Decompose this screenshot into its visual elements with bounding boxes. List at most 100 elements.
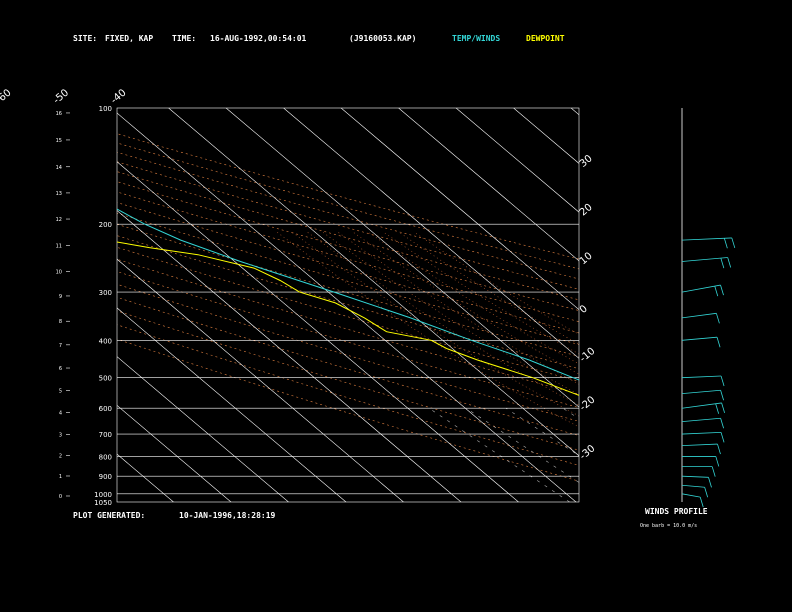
adiabats-layer [117, 133, 792, 502]
height-tick-label: 5 [59, 389, 62, 395]
skewt-chart: 1002003004005006007008009001000105001234… [0, 87, 792, 508]
isotherm-top-label: -50 [51, 87, 71, 106]
moist-adiabat [398, 232, 579, 345]
height-tick-label: 4 [59, 411, 62, 417]
height-tick-label: 15 [56, 138, 62, 144]
isotherm-right-label: 0 [578, 303, 590, 316]
isotherm [168, 108, 579, 457]
height-tick-label: 13 [56, 191, 62, 197]
pressure-tick-label: 600 [99, 405, 112, 413]
plot-generated-label: PLOT GENERATED: [73, 511, 146, 520]
wind-barb-flag [699, 497, 704, 508]
isotherm-right-label: -20 [578, 394, 598, 413]
wind-barb-shaft [681, 443, 718, 447]
dewpoint-line [117, 241, 579, 396]
dry-adiabat [117, 202, 579, 334]
isotherm [629, 108, 792, 502]
dry-adiabat [117, 258, 579, 395]
wind-barb-shaft [681, 475, 709, 478]
isotherm [117, 210, 462, 502]
pressure-tick-label: 200 [99, 221, 112, 229]
wind-barb-flag [723, 238, 728, 249]
wind-barb-flag [711, 466, 716, 477]
wind-barb-flag [720, 257, 725, 269]
mixing-ratio-line [609, 408, 760, 502]
isotherm-top-label: -60 [0, 87, 14, 106]
isobars-layer [117, 223, 579, 495]
isotherm [117, 404, 232, 502]
isotherm [0, 108, 59, 502]
wind-barb-shaft [681, 312, 717, 319]
moist-adiabat [292, 232, 579, 417]
dry-adiabat [117, 223, 579, 357]
isotherm [117, 356, 289, 502]
height-tick-label: 2 [59, 453, 62, 459]
pressure-tick-label: 900 [99, 473, 112, 481]
wind-barb-flag [715, 403, 720, 414]
dry-adiabat [117, 283, 579, 422]
pressure-tick-label: 500 [99, 375, 112, 383]
isotherm [225, 108, 579, 408]
isotherm-right-label: -10 [578, 346, 598, 365]
series-layer [117, 208, 579, 396]
mixing-ratio-line [659, 408, 792, 502]
dry-adiabat [117, 191, 579, 322]
wind-barb-flag [714, 286, 719, 297]
wind-barb-flag [716, 337, 721, 348]
moist-adiabat [368, 232, 579, 365]
moist-adiabat [277, 232, 579, 428]
wind-barb-flag [727, 257, 732, 268]
wind-barb-flag [731, 237, 736, 249]
wind-barb-flag [715, 456, 720, 467]
wind-barb-flag [720, 390, 724, 401]
pressure-tick-label: 1000 [94, 491, 112, 499]
wind-barb-flag [720, 284, 724, 296]
isotherm-right-label: -30 [578, 443, 598, 462]
isotherm [398, 108, 579, 262]
plot-generated-value: 10-JAN-1996,18:28:19 [179, 511, 276, 520]
dry-adiabat [117, 171, 579, 301]
wind-barb-flag [720, 418, 724, 429]
mixing-ratio-line [771, 408, 792, 502]
dry-adiabat [117, 181, 579, 311]
height-tick-label: 10 [56, 269, 62, 275]
barb-note: One barb = 10.0 m/s [640, 523, 698, 529]
pressure-tick-label: 400 [99, 337, 112, 345]
isotherm-right-label: 10 [578, 251, 595, 268]
dry-adiabat [117, 235, 579, 370]
height-tick-label: 6 [59, 366, 62, 372]
wind-barb-flag [708, 477, 712, 488]
pressure-tick-label: 100 [99, 105, 112, 113]
height-tick-label: 8 [59, 319, 62, 325]
wind-barb-flag [720, 432, 725, 443]
mixing-ratio-line [702, 408, 792, 502]
height-tick-label: 16 [56, 111, 62, 117]
dry-adiabat [117, 151, 579, 280]
wind-barb-flag [716, 313, 720, 324]
isotherm-right-label: 20 [578, 202, 595, 219]
isotherm [117, 161, 519, 502]
wind-barb-flag [717, 443, 721, 455]
mixing-ratio-line [731, 408, 792, 502]
height-tick-label: 11 [56, 243, 62, 249]
height-tick-label: 12 [56, 217, 62, 223]
dry-adiabat [117, 297, 579, 436]
pressure-tick-label: 700 [99, 431, 112, 439]
pressure-tick-label: 300 [99, 289, 112, 297]
isotherm [283, 108, 579, 359]
dry-adiabat [117, 338, 579, 482]
wind-barb-flag [704, 487, 709, 498]
height-tick-label: 7 [59, 343, 62, 349]
wind-barb-flag [721, 402, 725, 414]
winds-profile-label: WINDS PROFILE [645, 507, 708, 516]
dry-adiabat [117, 161, 579, 290]
isotherm [570, 108, 579, 116]
isotherm [513, 108, 579, 164]
wind-barb-shaft [681, 389, 721, 395]
pressure-tick-label: 800 [99, 453, 112, 461]
height-tick-label: 1 [59, 474, 62, 480]
isotherms-layer [0, 108, 792, 502]
wind-barb-shaft [681, 375, 722, 379]
isotherm-right-label: 30 [578, 153, 595, 170]
isotherm [117, 453, 174, 502]
